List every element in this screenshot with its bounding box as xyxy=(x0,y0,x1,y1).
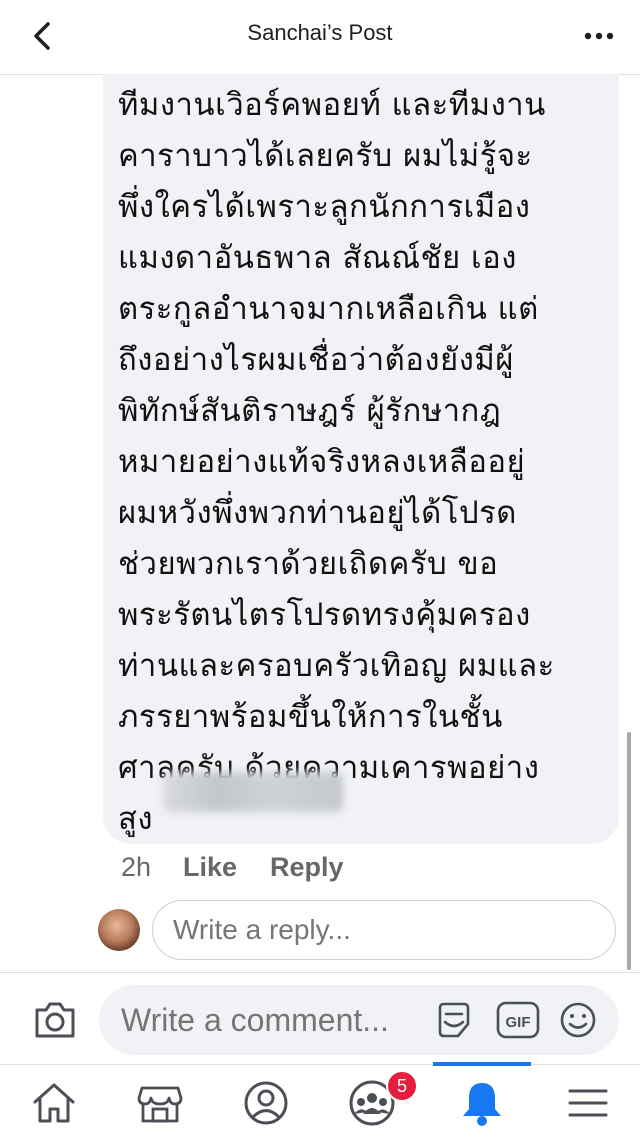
reply-button[interactable]: Reply xyxy=(270,852,344,883)
like-button[interactable]: Like xyxy=(183,852,237,883)
groups-badge: 5 xyxy=(386,1070,418,1102)
page-title: Sanchai’s Post xyxy=(247,20,393,45)
comment-text: ทีมงานเวิอร์คพอยท์ และทีมงาน คาราบาวได้เ… xyxy=(118,87,555,837)
camera-icon[interactable] xyxy=(32,998,78,1042)
sticker-icon[interactable] xyxy=(434,1000,474,1040)
comment-timestamp: 2h xyxy=(121,852,152,882)
bottom-navigation xyxy=(0,1066,640,1138)
emoji-icon[interactable] xyxy=(558,1000,598,1040)
comment-input[interactable] xyxy=(99,985,619,1055)
marketplace-icon[interactable] xyxy=(135,1078,185,1128)
comment-bubble: ทีมงานเวิอร์คพอยท์ และทีมงาน คาราบาวได้เ… xyxy=(103,74,619,844)
header-bar: Sanchai’s Post xyxy=(0,0,640,75)
avatar xyxy=(98,909,140,951)
comment-composer: GIF xyxy=(0,980,640,1062)
gif-label: GIF xyxy=(506,1014,531,1031)
gif-button[interactable]: GIF xyxy=(496,1001,540,1039)
reply-input[interactable] xyxy=(152,900,616,960)
menu-icon[interactable] xyxy=(563,1078,613,1128)
profile-icon[interactable] xyxy=(241,1078,291,1128)
divider xyxy=(0,972,640,973)
gif-icon: GIF xyxy=(496,1001,540,1039)
nav-divider xyxy=(0,1064,640,1065)
reply-row xyxy=(0,896,640,966)
redacted-name xyxy=(163,772,343,812)
more-horizontal-icon[interactable] xyxy=(582,22,616,50)
notifications-icon[interactable] xyxy=(457,1078,507,1128)
home-icon[interactable] xyxy=(29,1078,79,1128)
